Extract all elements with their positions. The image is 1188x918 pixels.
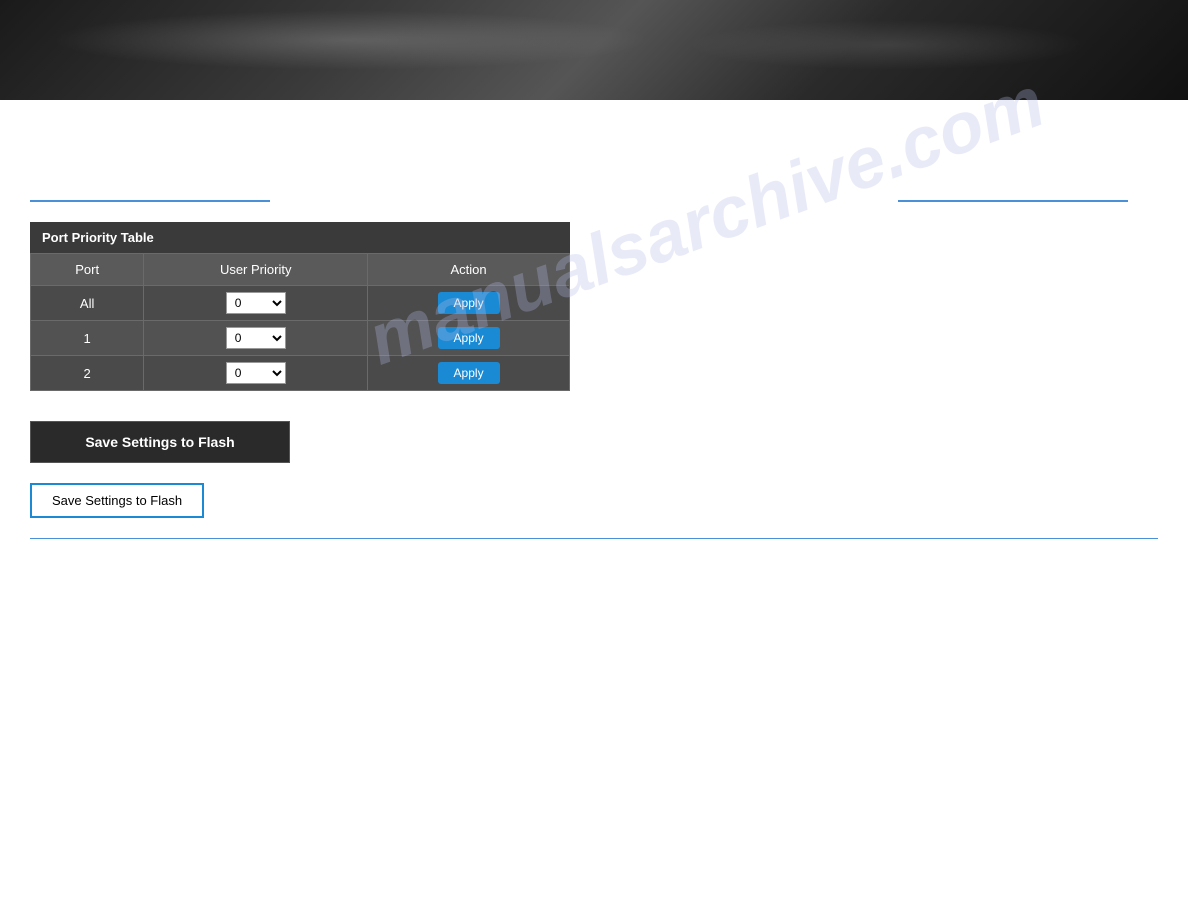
- apply-button-1[interactable]: Apply: [438, 327, 500, 349]
- port-cell: 2: [31, 356, 144, 391]
- priority-select-all[interactable]: 01234567: [226, 292, 286, 314]
- table-row: 1 01234567 Apply: [31, 321, 570, 356]
- save-settings-blue-button[interactable]: Save Settings to Flash: [30, 483, 204, 518]
- priority-select-1[interactable]: 01234567: [226, 327, 286, 349]
- content-area: manualsarchive.com Port Priority Table P…: [0, 100, 1188, 559]
- nav-link-right: [898, 200, 1128, 202]
- port-priority-table-container: Port Priority Table Port User Priority A…: [30, 222, 570, 391]
- priority-table: Port User Priority Action All 01234567 App…: [30, 253, 570, 391]
- nav-links: [30, 200, 1158, 202]
- bottom-divider: [30, 538, 1158, 539]
- apply-button-all[interactable]: Apply: [438, 292, 500, 314]
- table-row: 2 01234567 Apply: [31, 356, 570, 391]
- table-row: All 01234567 Apply: [31, 286, 570, 321]
- priority-cell: 01234567: [144, 321, 368, 356]
- port-cell: All: [31, 286, 144, 321]
- priority-select-2[interactable]: 01234567: [226, 362, 286, 384]
- col-header-action: Action: [368, 254, 570, 286]
- action-cell: Apply: [368, 321, 570, 356]
- priority-cell: 01234567: [144, 356, 368, 391]
- action-cell: Apply: [368, 356, 570, 391]
- header-banner: [0, 0, 1188, 100]
- save-settings-dark-button[interactable]: Save Settings to Flash: [30, 421, 290, 463]
- apply-button-2[interactable]: Apply: [438, 362, 500, 384]
- priority-cell: 01234567: [144, 286, 368, 321]
- nav-link-left: [30, 200, 270, 202]
- port-cell: 1: [31, 321, 144, 356]
- table-title: Port Priority Table: [30, 222, 570, 253]
- col-header-port: Port: [31, 254, 144, 286]
- action-cell: Apply: [368, 286, 570, 321]
- col-header-user-priority: User Priority: [144, 254, 368, 286]
